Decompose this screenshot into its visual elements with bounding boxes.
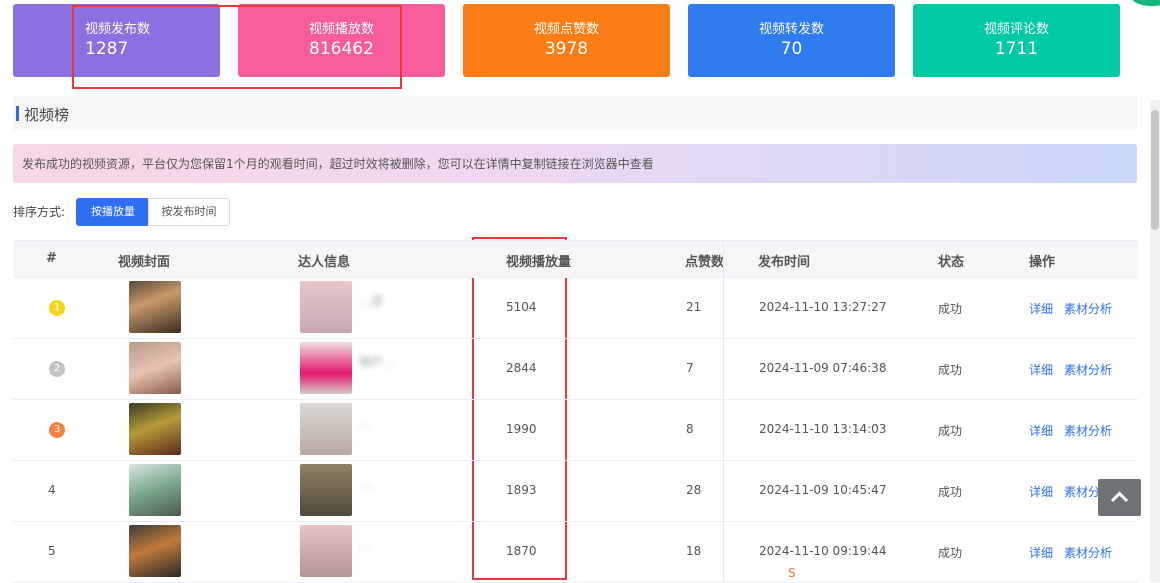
stat-card-like: 视频点赞数 3978	[463, 4, 670, 77]
rank-badge: 2	[49, 361, 65, 377]
creator-name-redacted: …	[359, 538, 371, 552]
floating-badge[interactable]	[1132, 0, 1160, 6]
detail-link[interactable]: 详细	[1029, 544, 1053, 561]
like-count: 18	[686, 544, 702, 558]
avatar	[300, 403, 352, 455]
play-count: 2844	[506, 361, 537, 375]
like-count: 8	[686, 422, 694, 436]
table-row: 5 … 1870 18 2024-11-10 09:19:44 成功 详细 素材分析	[13, 522, 1138, 583]
stat-label: 视频评论数	[983, 22, 1049, 37]
section-header: 视频榜	[13, 96, 1137, 130]
publish-time: 2024-11-09 07:46:38	[759, 361, 887, 375]
video-thumbnail[interactable]	[129, 281, 181, 333]
section-accent-bar	[16, 106, 19, 121]
play-count: 1990	[506, 422, 537, 436]
stat-card-play: 视频播放数 816462	[238, 4, 445, 77]
notice-banner: 发布成功的视频资源，平台仅为您保留1个月的观看时间，超过时效将被删除，您可以在详…	[13, 144, 1137, 183]
publish-time: 2024-11-10 13:14:03	[759, 422, 887, 436]
stat-label: 视频播放数	[308, 22, 374, 37]
table-row: 1 …凉 5104 21 2024-11-10 13:27:27 成功 详细 素材分析	[13, 278, 1138, 339]
page-scrollbar-thumb[interactable]	[1151, 110, 1159, 230]
detail-link[interactable]: 详细	[1029, 422, 1053, 439]
stat-label: 视频转发数	[758, 22, 824, 37]
rank-number: 4	[48, 483, 56, 497]
creator-name-redacted: …凉	[359, 294, 384, 308]
table-header: # 视频封面 达人信息 视频播放量 点赞数 发布时间 状态 操作	[13, 240, 1138, 278]
th-creator: 达人信息	[298, 255, 351, 270]
play-count: 5104	[506, 300, 537, 314]
status-text: 成功	[938, 546, 963, 560]
creator-name-redacted: …	[359, 477, 371, 491]
video-thumbnail[interactable]	[129, 342, 181, 394]
table-row: 2 用户… 2844 7 2024-11-09 07:46:38 成功 详细 素材分析	[13, 339, 1138, 400]
th-likes[interactable]: 点赞数	[685, 251, 724, 270]
like-count: 7	[686, 361, 694, 375]
avatar	[300, 525, 352, 577]
material-analysis-link[interactable]: 素材分析	[1064, 300, 1112, 317]
back-to-top-button[interactable]	[1098, 479, 1141, 516]
publish-time: 2024-11-10 09:19:44	[759, 544, 887, 558]
th-actions: 操作	[1029, 255, 1056, 270]
material-analysis-link[interactable]: 素材分析	[1064, 361, 1112, 378]
th-status: 状态	[938, 255, 965, 270]
sort-by-time-button[interactable]: 按发布时间	[148, 198, 230, 226]
video-thumbnail[interactable]	[129, 464, 181, 516]
play-count: 1870	[506, 544, 537, 558]
stat-value: 1287	[85, 39, 129, 59]
table-row: 3 … 1990 8 2024-11-10 13:14:03 成功 详细 素材分析	[13, 400, 1138, 461]
th-rank: #	[46, 251, 57, 266]
stat-card-publish: 视频发布数 1287	[13, 4, 220, 77]
rank-badge: 1	[49, 300, 65, 316]
status-text: 成功	[938, 302, 963, 316]
video-thumbnail[interactable]	[129, 403, 181, 455]
stat-value: 3978	[544, 39, 589, 59]
detail-link[interactable]: 详细	[1029, 361, 1053, 378]
creator-name-redacted: 用户…	[359, 355, 396, 369]
video-thumbnail[interactable]	[129, 525, 181, 577]
like-count: 21	[686, 300, 702, 314]
column-divider	[723, 240, 724, 582]
stat-card-share: 视频转发数 70	[688, 4, 895, 77]
creator-name-redacted: …	[359, 416, 371, 430]
section-title: 视频榜	[24, 106, 70, 124]
table-row: 4… 1893 28 2024-11-09 10:45:47 成功 详细 素材分析	[13, 461, 1138, 522]
chevron-up-icon	[1110, 491, 1129, 503]
status-text: 成功	[938, 363, 963, 377]
avatar	[300, 342, 352, 394]
material-analysis-link[interactable]: 素材分析	[1064, 544, 1112, 561]
th-plays[interactable]: 视频播放量	[506, 251, 571, 270]
like-count: 28	[686, 483, 702, 497]
play-count: 1893	[506, 483, 537, 497]
th-cover: 视频封面	[118, 255, 171, 270]
stat-value: 816462	[309, 39, 374, 59]
sort-label: 排序方式:	[13, 205, 66, 219]
th-publish-time[interactable]: 发布时间	[758, 251, 810, 270]
watermark-icon: S	[788, 566, 796, 580]
stat-card-comment: 视频评论数 1711	[913, 4, 1120, 77]
publish-time: 2024-11-10 13:27:27	[759, 300, 887, 314]
rank-number: 5	[48, 544, 56, 558]
notice-text: 发布成功的视频资源，平台仅为您保留1个月的观看时间，超过时效将被删除，您可以在详…	[22, 157, 654, 171]
stat-label: 视频发布数	[85, 22, 151, 37]
avatar	[300, 281, 352, 333]
detail-link[interactable]: 详细	[1029, 483, 1053, 500]
avatar	[300, 464, 352, 516]
status-text: 成功	[938, 485, 963, 499]
detail-link[interactable]: 详细	[1029, 300, 1053, 317]
material-analysis-link[interactable]: 素材分析	[1064, 422, 1112, 439]
stat-label: 视频点赞数	[533, 22, 599, 37]
stat-value: 70	[780, 39, 803, 59]
sort-by-plays-button[interactable]: 按播放量	[76, 198, 150, 226]
stat-value: 1711	[994, 39, 1039, 59]
status-text: 成功	[938, 424, 963, 438]
rank-badge: 3	[49, 422, 65, 438]
publish-time: 2024-11-09 10:45:47	[759, 483, 887, 497]
